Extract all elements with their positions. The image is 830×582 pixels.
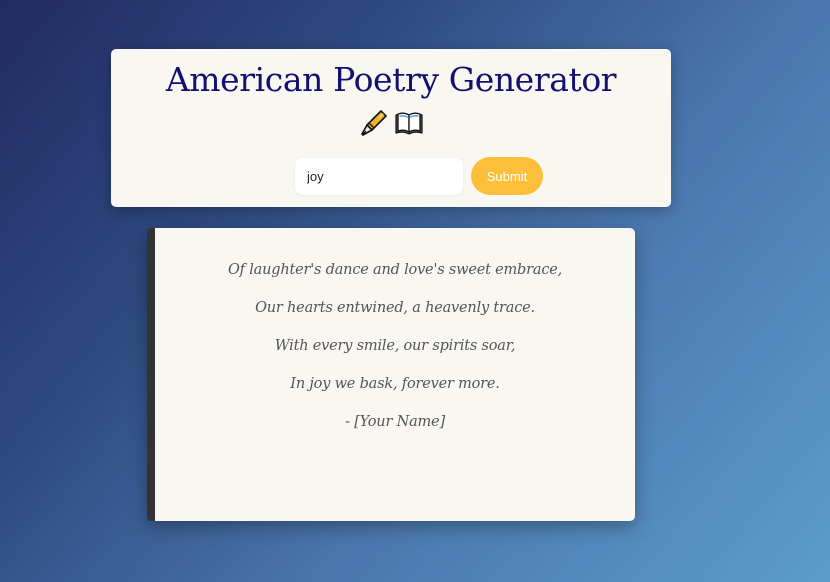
page-title: American Poetry Generator — [165, 60, 617, 99]
poem-line: In joy we bask, forever more. — [290, 376, 500, 392]
open-book-icon — [394, 108, 424, 138]
header-card: American Poetry Generator Submit — [111, 49, 671, 207]
poem-signature: - [Your Name] — [345, 414, 445, 430]
poem-lines: Of laughter's dance and love's sweet emb… — [155, 258, 635, 448]
topic-input[interactable] — [295, 157, 463, 195]
poem-line: Of laughter's dance and love's sweet emb… — [227, 262, 563, 278]
poem-line: Our hearts entwined, a heavenly trace. — [255, 300, 535, 316]
poem-line: With every smile, our spirits soar, — [274, 338, 516, 354]
emoji-row — [111, 108, 671, 138]
submit-button[interactable]: Submit — [471, 157, 543, 195]
poem-card: Of laughter's dance and love's sweet emb… — [147, 228, 635, 521]
fountain-pen-icon — [359, 108, 389, 138]
poem-form: Submit — [295, 157, 543, 195]
